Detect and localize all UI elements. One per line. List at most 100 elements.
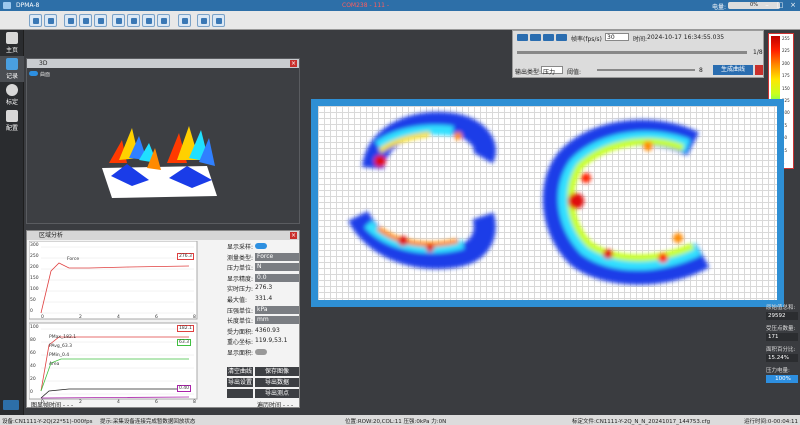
field-value[interactable]: N: [255, 263, 299, 272]
field-label: 受力面积:: [227, 328, 254, 336]
database-icon: [6, 58, 18, 70]
prev-icon[interactable]: [543, 34, 554, 41]
pause-icon[interactable]: [530, 34, 541, 41]
timeline-slider[interactable]: [517, 51, 747, 54]
chart2-y-tick: 100: [30, 325, 39, 330]
analysis-button[interactable]: 导出设置: [227, 378, 253, 387]
sidebar-item-label: 配置: [5, 125, 18, 132]
chart2-y-tick: 80: [30, 338, 36, 343]
analysis-header[interactable]: 区域分析 ×: [27, 231, 299, 240]
sidebar-item-config[interactable]: 配置: [0, 108, 24, 134]
pointer-icon[interactable]: [64, 14, 77, 27]
ruler-icon[interactable]: [127, 14, 140, 27]
close-icon[interactable]: ×: [788, 1, 798, 10]
field-label: 显示精度:: [227, 275, 254, 283]
analysis-button[interactable]: 导出数据: [255, 378, 299, 387]
sidebar-item-label: 记录: [5, 73, 18, 80]
chart2-value-tag: 0.40: [177, 385, 192, 392]
chart2-x-tick: 6: [155, 400, 158, 405]
grid-icon[interactable]: [197, 14, 210, 27]
analysis-button[interactable]: 清空曲线: [227, 367, 253, 376]
edit-icon[interactable]: [112, 14, 125, 27]
analysis-button[interactable]: 导出测点: [255, 389, 299, 398]
sidebar-item-home[interactable]: 主页: [0, 30, 24, 56]
output-type-label: 输出类型:: [515, 69, 542, 76]
stat-value: 29592: [766, 312, 798, 320]
connect-icon[interactable]: [178, 14, 191, 27]
field-label: 显示面积:: [227, 350, 254, 357]
save-icon[interactable]: [29, 14, 42, 27]
analysis-blank-button[interactable]: [227, 389, 253, 398]
field-label: 最大值:: [227, 297, 248, 304]
timer-icon[interactable]: [157, 14, 170, 27]
target-icon: [6, 84, 18, 96]
field-value[interactable]: 0.0: [255, 273, 299, 282]
panel-3d-close-icon[interactable]: ×: [290, 60, 297, 67]
field-label: 压力单位:: [227, 265, 254, 273]
scale-tick: 255: [782, 36, 790, 41]
field-label: 重心坐标:: [227, 339, 254, 347]
smile-icon[interactable]: [142, 14, 155, 27]
field-label: 显示采样:: [227, 244, 254, 251]
play-icon[interactable]: [517, 34, 528, 41]
chart1-y-tick: 200: [30, 265, 39, 270]
maximize-icon[interactable]: □: [775, 1, 785, 10]
field-value: 4360.93: [255, 326, 280, 334]
pressure-map-grid[interactable]: [318, 106, 777, 300]
field-toggle[interactable]: [255, 243, 267, 249]
field-value[interactable]: Force: [255, 252, 299, 261]
chart1-y-tick: 50: [30, 298, 36, 303]
panel-3d-header[interactable]: 3D ×: [27, 59, 299, 68]
surface-3d-plot: [102, 126, 217, 198]
camera-icon[interactable]: [79, 14, 92, 27]
chart2-x-tick: 2: [79, 400, 82, 405]
open-folder-icon[interactable]: [44, 14, 57, 27]
output-type-select[interactable]: 压力: [541, 66, 563, 76]
sidebar-item-record[interactable]: 记录: [0, 56, 24, 82]
analysis-close-icon[interactable]: ×: [290, 232, 297, 239]
field-value[interactable]: kPa: [255, 305, 299, 314]
status-device: 设备:CN1111-Y-2Q(22*51)-000fps: [2, 419, 93, 425]
battery-indicator: 0%: [728, 2, 780, 9]
sidebar-item-calibrate[interactable]: 标定: [0, 82, 24, 108]
analysis-button[interactable]: 保存图像: [255, 367, 299, 376]
minimize-icon[interactable]: –: [762, 1, 772, 10]
threshold-slider[interactable]: [597, 69, 695, 71]
stat-value: 100%: [766, 375, 798, 383]
player-close-icon[interactable]: [755, 65, 763, 75]
field-value: 331.4: [255, 295, 273, 302]
field-toggle[interactable]: [255, 349, 267, 355]
chart2-y-tick: 20: [30, 377, 36, 382]
speed-input[interactable]: 30: [605, 33, 629, 41]
chart2-value-tag: 63.3: [177, 339, 192, 346]
home-icon: [6, 32, 18, 44]
generate-curve-button[interactable]: 生成曲线: [713, 65, 753, 75]
scale-tick: 225: [782, 48, 790, 54]
field-label: 实时压力:: [227, 286, 254, 294]
status-hint: 提示:采集设备连接完成暂数据回放状态: [100, 419, 196, 425]
field-value: 119.9,53.1: [255, 337, 288, 345]
status-bar: 设备:CN1111-Y-2Q(22*51)-000fps 提示:采集设备连接完成…: [0, 415, 800, 425]
next-icon[interactable]: [556, 34, 567, 41]
chart2-y-tick: 40: [30, 364, 36, 369]
threshold-value: 8: [699, 67, 703, 74]
stat-label: 原始值总和:: [766, 305, 796, 311]
chart1-value-tag: 276.3: [177, 253, 194, 260]
title-bar: DPMA-8 COM238 - 111 - 电量: 0% – □ ×: [0, 0, 800, 11]
com-port-label: COM238 - 111 -: [342, 2, 390, 9]
stat-value: 171: [766, 333, 798, 341]
field-label: 压强单位:: [227, 307, 254, 315]
panel-region-analysis: 区域分析 × 300 250 200 150 100 50 0 0 2 4 6 8 100 80 60 40 2…: [26, 230, 300, 409]
field-value[interactable]: mm: [255, 316, 299, 325]
panel-3d-view[interactable]: 曲面: [27, 68, 299, 223]
chart1-x-tick: 6: [155, 315, 158, 320]
gear-icon: [6, 110, 18, 122]
menu-icon[interactable]: [3, 400, 19, 410]
layout-icon[interactable]: [212, 14, 225, 27]
stats-panel: 原始值总和: 29592 受压点数量: 171 面积百分比: 15.24% 压力…: [764, 303, 800, 415]
playback-panel: 帧率(fps/s) 30 时间: 2024-10-17 16:34:55.035…: [512, 30, 764, 78]
sidebar-item-label: 主页: [5, 47, 18, 54]
chart1-x-tick: 4: [117, 315, 120, 320]
chart2-y-tick: 0: [30, 390, 33, 395]
export-icon[interactable]: [94, 14, 107, 27]
